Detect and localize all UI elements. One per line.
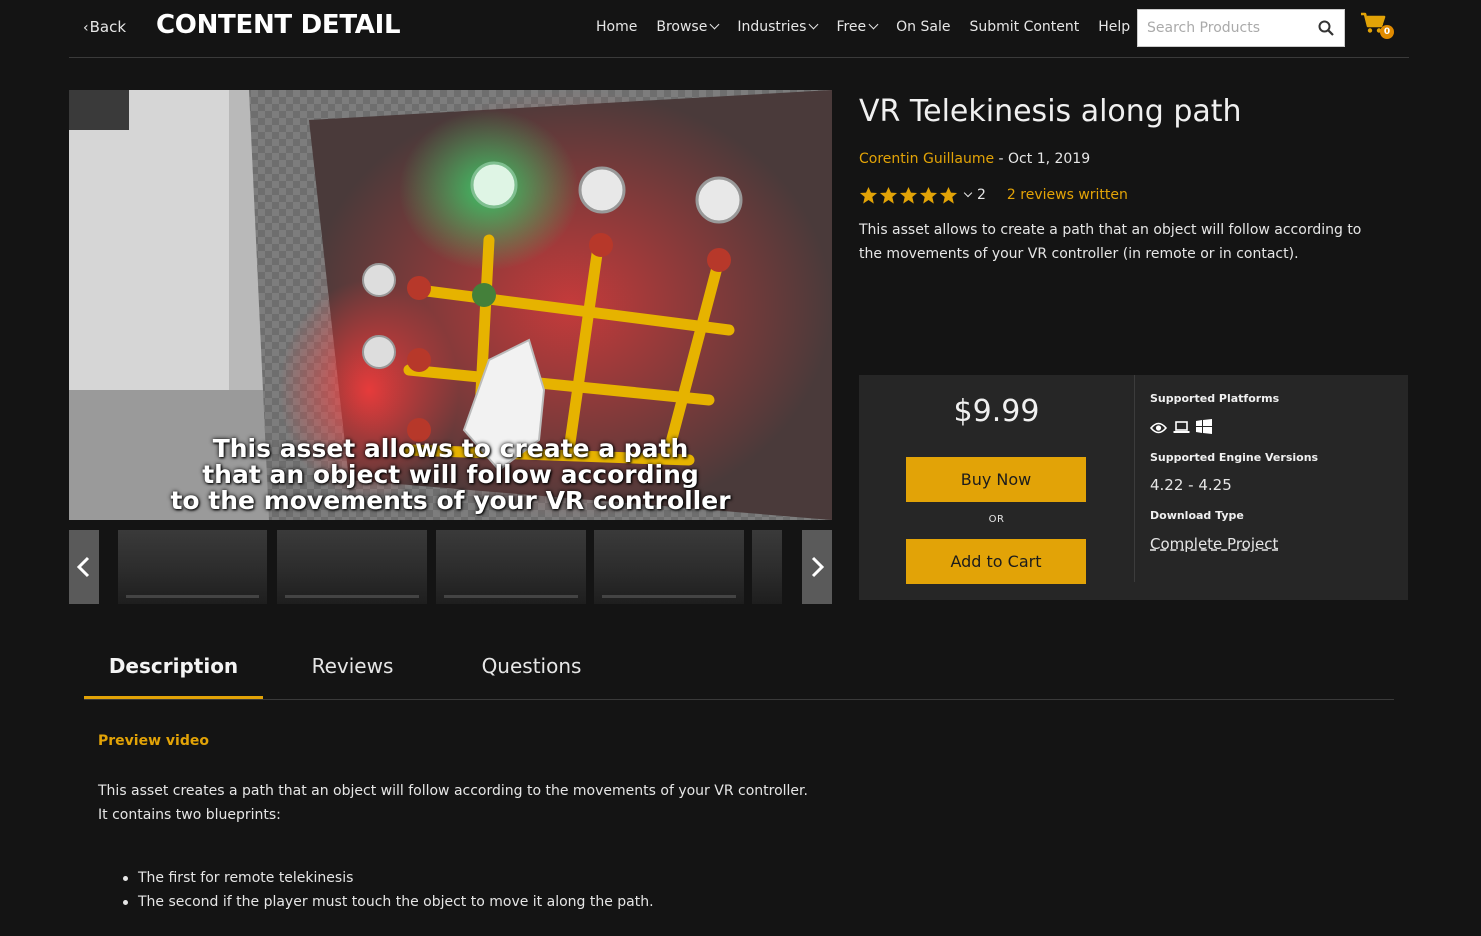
search-input[interactable] bbox=[1138, 10, 1308, 46]
list-item: The second if the player must touch the … bbox=[123, 890, 654, 914]
release-date: Oct 1, 2019 bbox=[1008, 151, 1091, 167]
platforms-label: Supported Platforms bbox=[1150, 392, 1280, 405]
back-link[interactable]: ‹Back bbox=[83, 18, 126, 36]
engine-versions-label: Supported Engine Versions bbox=[1150, 451, 1319, 464]
thumbnail-3[interactable] bbox=[436, 530, 586, 604]
author-link[interactable]: Corentin Guillaume bbox=[859, 151, 994, 167]
add-to-cart-button[interactable]: Add to Cart bbox=[906, 539, 1086, 584]
thumbnail-2[interactable] bbox=[277, 530, 427, 604]
search-box bbox=[1137, 9, 1345, 47]
main-nav: Home Browse Industries Free On Sale Subm… bbox=[596, 19, 1149, 35]
nav-on-sale[interactable]: On Sale bbox=[896, 19, 950, 35]
star-rating[interactable] bbox=[859, 186, 959, 205]
buy-now-button[interactable]: Buy Now bbox=[906, 457, 1086, 502]
preview-video-heading: Preview video bbox=[98, 733, 209, 749]
nav-industries-label: Industries bbox=[737, 19, 807, 35]
nav-on-sale-label: On Sale bbox=[896, 19, 951, 35]
chevron-down-icon bbox=[868, 19, 879, 30]
or-separator: OR bbox=[988, 514, 1005, 525]
star-icon bbox=[939, 186, 958, 204]
gallery-prev-button[interactable] bbox=[69, 530, 99, 604]
tab-description[interactable]: Description bbox=[84, 640, 263, 699]
thumbnail-1[interactable] bbox=[118, 530, 267, 604]
panel-divider bbox=[1134, 375, 1135, 582]
tab-questions[interactable]: Questions bbox=[442, 640, 621, 699]
nav-submit-content-label: Submit Content bbox=[969, 19, 1080, 35]
star-icon bbox=[879, 186, 898, 204]
caption-line: to the movements of your VR controller bbox=[170, 486, 731, 515]
product-summary: This asset allows to create a path that … bbox=[859, 222, 1362, 262]
description-line: This asset creates a path that an object… bbox=[98, 783, 808, 799]
nav-submit-content[interactable]: Submit Content bbox=[969, 19, 1079, 35]
rating-count: 2 bbox=[977, 187, 986, 203]
nav-browse[interactable]: Browse bbox=[656, 19, 720, 35]
date-separator: - bbox=[994, 151, 1009, 167]
reviews-link[interactable]: 2 reviews written bbox=[1007, 187, 1128, 203]
rating: 2 2 reviews written bbox=[859, 184, 1128, 206]
star-icon bbox=[859, 186, 878, 204]
star-icon bbox=[919, 186, 938, 204]
nav-home[interactable]: Home bbox=[596, 19, 637, 35]
download-type-label: Download Type bbox=[1150, 509, 1244, 522]
chevron-left-icon: ‹ bbox=[83, 20, 89, 36]
tab-reviews[interactable]: Reviews bbox=[263, 640, 442, 699]
thumbnail-strip bbox=[69, 530, 832, 604]
download-type-link[interactable]: Complete Project bbox=[1150, 535, 1278, 553]
top-bar: ‹Back CONTENT DETAIL Home Browse Industr… bbox=[69, 0, 1409, 58]
back-label: Back bbox=[89, 18, 127, 36]
purchase-panel: $9.99 Buy Now OR Add to Cart Supported P… bbox=[859, 375, 1408, 600]
chevron-down-icon bbox=[709, 19, 720, 30]
engine-versions: 4.22 - 4.25 bbox=[1150, 476, 1232, 494]
description-text: This asset creates a path that an object… bbox=[98, 779, 808, 827]
nav-industries[interactable]: Industries bbox=[737, 19, 819, 35]
nav-browse-label: Browse bbox=[656, 19, 708, 35]
nav-help-label: Help bbox=[1098, 19, 1131, 35]
main-preview-image[interactable]: This asset allows to create a path that … bbox=[69, 90, 832, 520]
product-title: VR Telekinesis along path bbox=[859, 94, 1242, 129]
price: $9.99 bbox=[953, 394, 1040, 429]
nav-free-label: Free bbox=[836, 19, 867, 35]
thumbnail-5[interactable] bbox=[752, 530, 782, 604]
platform-icons bbox=[1149, 419, 1218, 435]
blueprint-list: The first for remote telekinesis The sec… bbox=[123, 866, 654, 914]
thumbnail-4[interactable] bbox=[594, 530, 744, 604]
nav-help[interactable]: Help bbox=[1098, 19, 1130, 35]
star-icon bbox=[899, 186, 918, 204]
chevron-down-icon bbox=[808, 19, 819, 30]
chevron-right-icon bbox=[811, 556, 825, 578]
eye-icon bbox=[1149, 419, 1168, 435]
cart-count-badge: 0 bbox=[1380, 25, 1394, 39]
chevron-down-icon[interactable] bbox=[963, 188, 973, 198]
gallery-next-button[interactable] bbox=[802, 530, 832, 604]
caption-line: that an object will follow according bbox=[202, 460, 699, 489]
list-item: The first for remote telekinesis bbox=[123, 866, 654, 890]
cart-button[interactable]: 0 bbox=[1360, 12, 1396, 42]
description-line: It contains two blueprints: bbox=[98, 807, 281, 823]
content-tabs: Description Reviews Questions bbox=[84, 640, 1394, 700]
chevron-left-icon bbox=[76, 556, 90, 578]
nav-home-label: Home bbox=[596, 19, 638, 35]
byline: Corentin Guillaume - Oct 1, 2019 bbox=[859, 151, 1090, 167]
page-title: CONTENT DETAIL bbox=[156, 10, 401, 40]
caption-line: This asset allows to create a path bbox=[212, 434, 689, 463]
laptop-icon bbox=[1173, 419, 1190, 435]
windows-icon bbox=[1196, 419, 1212, 435]
preview-caption: This asset allows to create a path that … bbox=[69, 436, 832, 514]
search-icon[interactable] bbox=[1318, 20, 1334, 36]
nav-free[interactable]: Free bbox=[836, 19, 879, 35]
